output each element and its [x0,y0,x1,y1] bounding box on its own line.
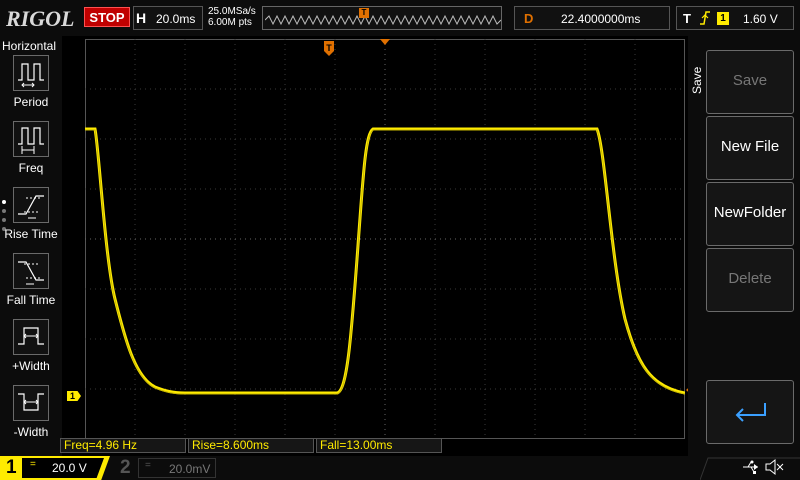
memory-waveform-preview [265,15,501,25]
delay-value: 22.4000000ms [561,12,641,26]
usb-icon [742,460,760,477]
positive-width-icon [13,319,49,355]
channel-status-bar: 1 = 20.0 V 2 = 20.0mV [0,456,800,480]
save-button[interactable]: Save [706,50,794,114]
negative-width-icon [13,385,49,421]
memory-overview-strip: T [262,6,502,30]
menu-item-label: +Width [12,359,50,373]
return-arrow-icon [735,403,766,422]
ch1-number: 1 [6,457,17,478]
speaker-muted-icon[interactable] [764,458,784,480]
measure-period-button[interactable]: Period [0,55,62,119]
ch2-settings[interactable]: 2 = 20.0mV [112,456,220,480]
measure-fall-time-button[interactable]: Fall Time [0,253,62,317]
menu-item-label: Period [13,95,49,109]
waveform-display[interactable]: T [85,39,685,439]
rising-edge-icon [699,11,711,28]
ch1-ground-marker[interactable]: 1 [67,391,81,401]
menu-item-label: Fall Time [6,293,56,307]
acquisition-info: 25.0MSa/s 6.00M pts [208,6,256,28]
svg-text:T: T [326,43,332,53]
ch1-scale: 20.0 V [52,461,87,475]
rise-time-icon [13,187,49,223]
timebase-value: 20.0ms [156,12,196,26]
trigger-source-badge: 1 [717,12,729,25]
period-icon [13,55,49,91]
ch2-number: 2 [120,457,131,478]
measure-rise-time-button[interactable]: Rise Time [0,187,62,251]
menu-item-label: Rise Time [4,227,58,241]
save-menu-title: Save [690,66,704,94]
memory-depth: 6.00M pts [208,17,252,28]
delay-box[interactable]: D 22.4000000ms [514,6,670,30]
return-button[interactable] [706,380,794,444]
measure-positive-width-button[interactable]: +Width [0,319,62,383]
fall-time-icon [13,253,49,289]
measurement-fall-time[interactable]: Fall=13.00ms [316,438,442,453]
center-delay-marker [380,39,390,45]
measurement-rise-time[interactable]: Rise=8.600ms [188,438,314,453]
run-stop-indicator[interactable]: STOP [84,7,130,27]
menu-item-label: -Width [13,425,49,439]
ch1-waveform-trace [85,127,685,395]
top-status-bar: RIGOL STOP H 20.0ms 25.0MSa/s 6.00M pts … [0,0,800,36]
measurement-frequency[interactable]: Freq=4.96 Hz [60,438,186,453]
ch1-coupling-icon: = [30,459,36,470]
trigger-label: T [683,11,691,26]
measure-freq-button[interactable]: Freq [0,121,62,185]
ch1-settings[interactable]: 1 = 20.0 V [0,456,110,480]
delay-label: D [524,11,534,26]
trigger-level: 1.60 V [743,12,778,26]
top-trigger-position-marker: T [324,41,334,56]
menu-title: Horizontal [2,39,57,53]
sample-rate: 25.0MSa/s [208,6,256,17]
trigger-box[interactable]: T 1 1.60 V [676,6,794,30]
ch2-coupling-icon: = [145,460,151,471]
frequency-icon [13,121,49,157]
graticule [85,39,685,439]
save-menu: Save Save New File NewFolder Delete [688,36,800,456]
rigol-logo: RIGOL [6,6,75,31]
new-file-button[interactable]: New File [706,116,794,180]
menu-item-label: Freq [18,161,44,175]
new-folder-button[interactable]: NewFolder [706,182,794,246]
timebase-box[interactable]: H 20.0ms [133,6,203,30]
measure-negative-width-button[interactable]: -Width [0,385,62,449]
horizontal-measure-menu: Horizontal Period Freq Rise Time Fall Ti… [0,36,62,456]
memory-trigger-marker: T [359,8,369,18]
horizontal-label: H [136,10,147,26]
ch2-scale: 20.0mV [169,462,211,476]
delete-button[interactable]: Delete [706,248,794,312]
